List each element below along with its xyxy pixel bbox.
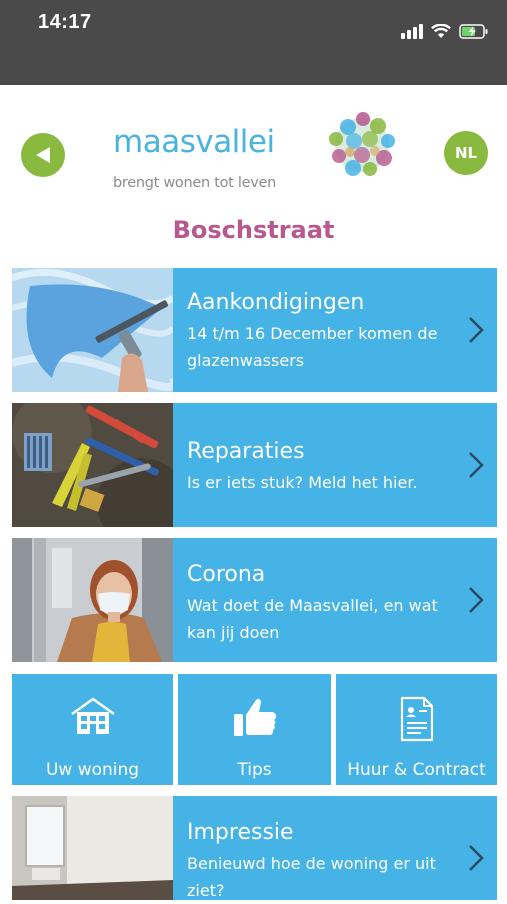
card-image-window-cleaning [12,268,173,392]
card-description: 14 t/m 16 December komen de glazenwasser… [187,324,438,370]
card-image-woman-mask [12,538,173,662]
tile-label: Uw woning [45,760,140,780]
card-title: Aankondigingen [187,290,365,315]
house-icon [70,697,115,734]
tile-label: Huur & Contract [347,760,486,780]
document-icon [400,696,433,742]
chevron-right-icon [469,845,484,871]
card-title: Reparaties [187,439,305,464]
card-aankondigingen[interactable]: Aankondigingen 14 t/m 16 December komen … [12,268,497,392]
battery-charging-icon [459,23,488,39]
back-arrow-icon [36,147,50,163]
card-title: Corona [187,562,266,587]
card-image-tools [12,403,173,527]
logo-tagline: brengt wonen tot leven [113,175,276,191]
logo-flower-icon [329,112,395,176]
card-description: Benieuwd hoe de woning er uit ziet? [187,854,436,900]
card-description: Is er iets stuk? Meld het hier. [187,473,418,492]
back-button[interactable] [21,133,65,177]
tile-uw-woning[interactable]: Uw woning [12,674,173,785]
thumbs-up-icon [233,698,276,736]
tile-huur-contract[interactable]: Huur & Contract [336,674,497,785]
card-title: Impressie [187,820,294,845]
status-icons [401,20,489,42]
chevron-right-icon [469,452,484,478]
tile-tips[interactable]: Tips [178,674,331,785]
card-description: Wat doet de Maasvallei, en wat kan jij d… [187,596,438,642]
language-button[interactable]: NL [444,131,488,175]
chevron-right-icon [469,317,484,343]
chevron-right-icon [469,587,484,613]
wifi-icon [431,23,451,38]
status-bar: 14:17 [0,0,507,85]
logo-wordmark: maasvallei [113,124,275,160]
card-image-empty-room [12,796,173,900]
tile-label: Tips [237,760,272,780]
status-time: 14:17 [38,11,92,33]
card-corona[interactable]: Corona Wat doet de Maasvallei, en wat ka… [12,538,497,662]
page-title: Boschstraat [172,216,335,244]
card-reparaties[interactable]: Reparaties Is er iets stuk? Meld het hie… [12,403,497,527]
card-impressie[interactable]: Impressie Benieuwd hoe de woning er uit … [12,796,497,900]
signal-icon [401,23,423,39]
